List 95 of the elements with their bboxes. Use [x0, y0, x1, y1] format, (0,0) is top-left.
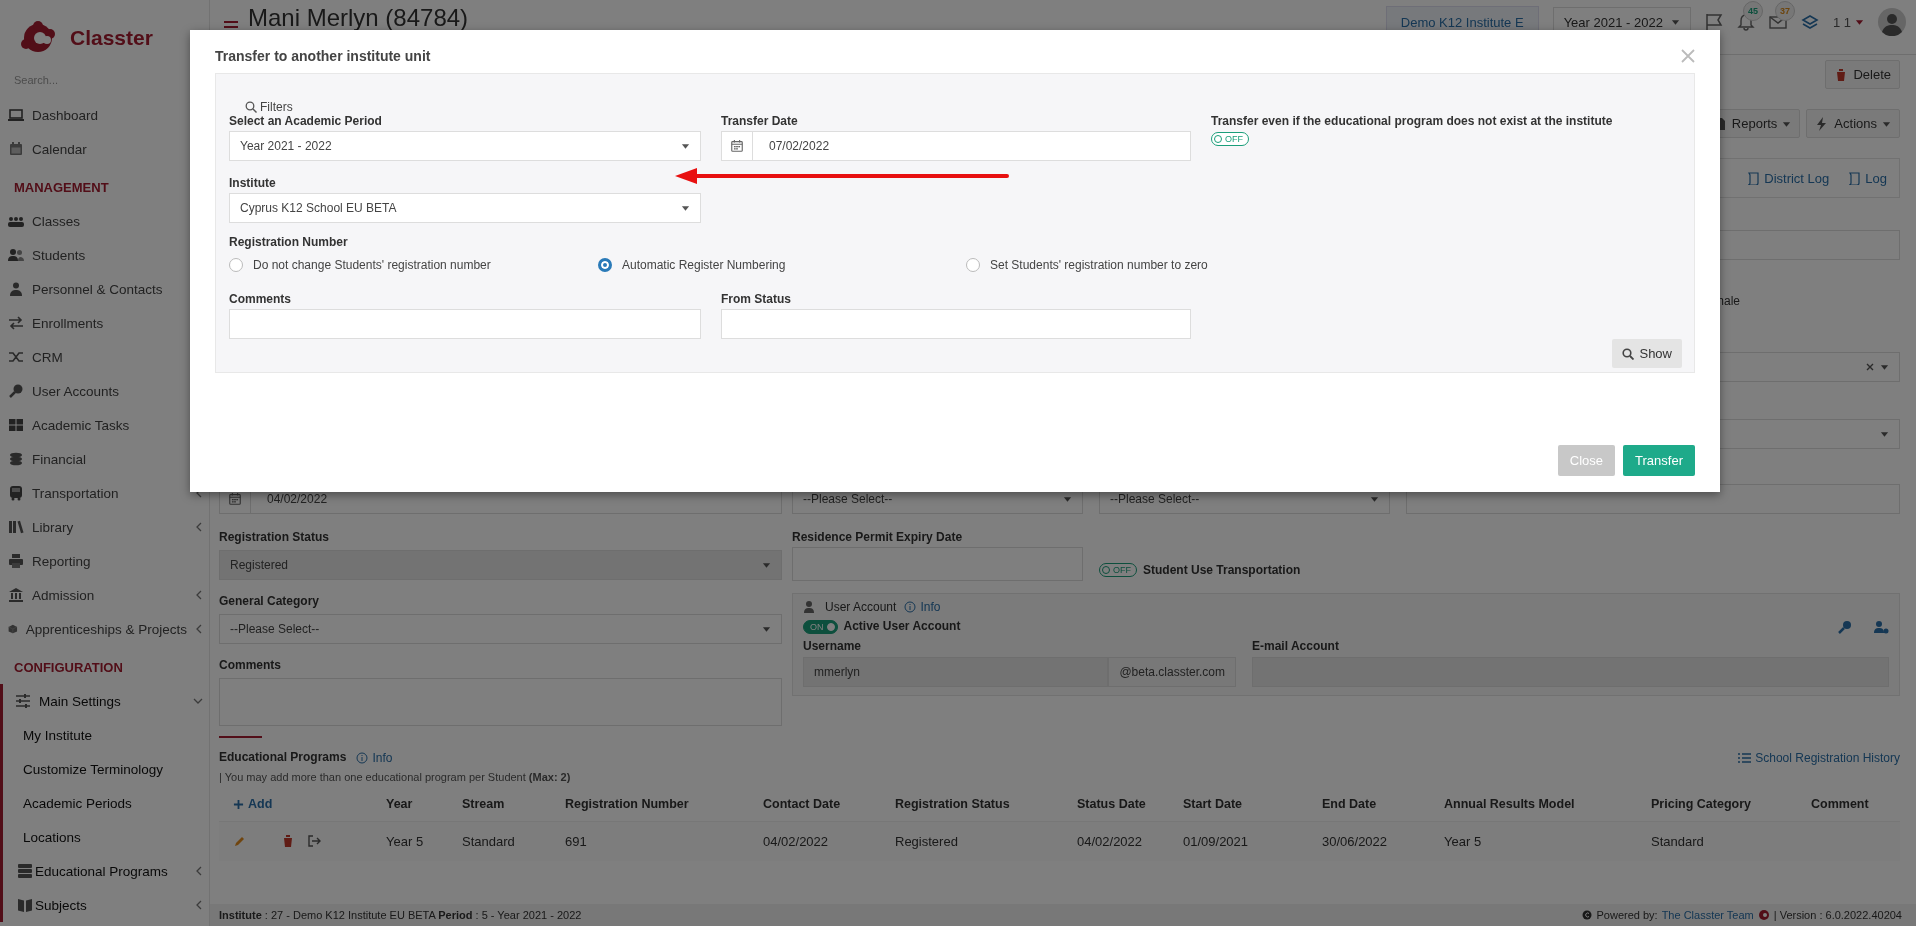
sidebar-item[interactable]: Apprenticeships & Projects	[0, 612, 209, 646]
section-heading: CONFIGURATION	[13, 659, 124, 677]
date-field[interactable]: 07/02/2022	[721, 131, 1191, 161]
column-header: Stream	[462, 796, 506, 813]
field-label: Transfer even if the educational program does not exist at the institute	[1211, 114, 1614, 129]
field-label: Institute	[229, 176, 277, 191]
table-cell: Registered	[895, 833, 958, 849]
notification-count: 45	[1742, 1, 1763, 21]
table-cell: Year 5	[1444, 833, 1482, 849]
table-cell: 04/02/2022	[1077, 833, 1143, 849]
field-label: Registration Number	[229, 235, 349, 250]
section-title: Educational Programs	[219, 750, 347, 765]
section-heading: MANAGEMENT	[13, 179, 110, 197]
dialog-title: Transfer to another institute unit	[215, 48, 431, 64]
sidebar-item[interactable]: Subjects	[3, 888, 209, 922]
field-label: Username	[803, 639, 863, 654]
sidebar-item[interactable]: Personnel & Contacts	[0, 272, 209, 306]
column-header: Registration Number	[565, 796, 690, 813]
field-label: E-mail Account	[1252, 639, 1340, 654]
delete-button[interactable]: Delete	[1825, 60, 1900, 89]
add-link[interactable]: Add	[219, 797, 273, 811]
info-link[interactable]: Info	[904, 600, 941, 614]
sidebar-item[interactable]: User Accounts	[0, 374, 209, 408]
select-field[interactable]: Year 2021 - 2022	[229, 131, 701, 161]
sidebar-item[interactable]: CRM	[0, 340, 209, 374]
column-header: Start Date	[1183, 796, 1244, 813]
table-cell: Year 5	[386, 833, 424, 849]
field-label: Transfer Date	[721, 114, 799, 129]
toggle-label: Student Use Transportation	[1143, 562, 1301, 578]
table-cell: Standard	[462, 833, 515, 849]
powered-by-label: Powered by:	[1596, 909, 1658, 921]
team-link[interactable]: The Classter Team	[1661, 909, 1754, 921]
radio-label[interactable]: Set Students' registration number to zero	[990, 258, 1208, 272]
domain-addon: @beta.classter.com	[1108, 657, 1236, 687]
filters-legend: Filters	[260, 100, 293, 114]
actions-button[interactable]: Actions	[1806, 109, 1900, 138]
page-title: Mani Merlyn (84784)	[248, 4, 470, 32]
panel-title: User Account	[825, 600, 897, 614]
info-link[interactable]: Info	[356, 750, 393, 765]
column-header: Status Date	[1077, 796, 1147, 813]
column-header: Year	[386, 796, 414, 813]
sidebar-item[interactable]: Dashboard	[0, 98, 209, 132]
table-cell: 30/06/2022	[1322, 833, 1388, 849]
column-header: Contact Date	[763, 796, 842, 813]
select-field[interactable]: Cyprus K12 School EU BETA	[229, 193, 701, 223]
message-count: 37	[1774, 1, 1795, 21]
sidebar-item[interactable]: Admission	[0, 578, 209, 612]
radio-label[interactable]: Automatic Register Numbering	[622, 258, 786, 272]
version-label: | Version : 6.0.2022.40204	[1773, 909, 1902, 921]
table-cell: Standard	[1651, 833, 1704, 849]
sidebar-item[interactable]: Financial	[0, 442, 209, 476]
column-header: Annual Results Model	[1444, 796, 1576, 813]
field-label: From Status	[721, 292, 792, 307]
toggle-switch[interactable]: OFF	[1211, 132, 1249, 146]
logo-text: Classter	[70, 26, 153, 50]
field-label: Comments	[219, 658, 282, 673]
select-field[interactable]: --Please Select--	[219, 614, 782, 644]
column-header: Comment	[1811, 796, 1870, 813]
sidebar-item[interactable]: Academic Periods	[3, 786, 209, 820]
sidebar-item[interactable]: My Institute	[3, 718, 209, 752]
field-label: Select an Academic Period	[229, 114, 383, 129]
sidebar-item[interactable]: Reporting	[0, 544, 209, 578]
sidebar-item[interactable]: Library	[0, 510, 209, 544]
sidebar-item[interactable]: Locations	[3, 820, 209, 854]
table-cell: 04/02/2022	[763, 833, 829, 849]
sidebar-item[interactable]: Academic Tasks	[0, 408, 209, 442]
table-cell: 01/09/2021	[1183, 833, 1249, 849]
history-link[interactable]: School Registration History	[1737, 750, 1900, 765]
username-field[interactable]: mmerlyn	[803, 657, 1109, 687]
show-button[interactable]: Show	[1612, 339, 1682, 368]
footer-info: Institute : 27 - Demo K12 Institute EU BETA Period : 5 - Year 2021 - 2022	[219, 909, 582, 921]
sidebar-item[interactable]: Main Settings	[3, 684, 209, 718]
toggle-label: Active User Account	[843, 619, 961, 634]
info-note: | You may add more than one educational program per Student (Max: 2)	[219, 771, 572, 783]
sidebar-item[interactable]: Enrollments	[0, 306, 209, 340]
sidebar-item[interactable]: Customize Terminology	[3, 752, 209, 786]
field-label: Residence Permit Expiry Date	[792, 530, 964, 545]
user-label[interactable]: 1 1	[1832, 14, 1851, 30]
sidebar-item[interactable]: Educational Programs	[3, 854, 209, 888]
transfer-button[interactable]: Transfer	[1623, 445, 1695, 476]
column-header: End Date	[1322, 796, 1378, 813]
column-header: Pricing Category	[1651, 796, 1753, 813]
table-cell: 691	[565, 833, 587, 849]
sidebar-item[interactable]: Students	[0, 238, 209, 272]
column-header: Registration Status	[895, 796, 1011, 813]
radio-label[interactable]: Do not change Students' registration number	[253, 258, 491, 272]
district-log-link[interactable]: District Log	[1746, 170, 1830, 186]
sidebar-item[interactable]: Calendar	[0, 132, 209, 166]
toggle-switch[interactable]: OFF	[1099, 563, 1137, 577]
toggle-switch[interactable]: ON	[803, 619, 838, 634]
log-link[interactable]: Log	[1847, 170, 1887, 186]
field-label: Comments	[229, 292, 292, 307]
field-label: General Category	[219, 594, 321, 609]
field-label: Registration Status	[219, 530, 330, 545]
sidebar-item[interactable]: Classes	[0, 204, 209, 238]
